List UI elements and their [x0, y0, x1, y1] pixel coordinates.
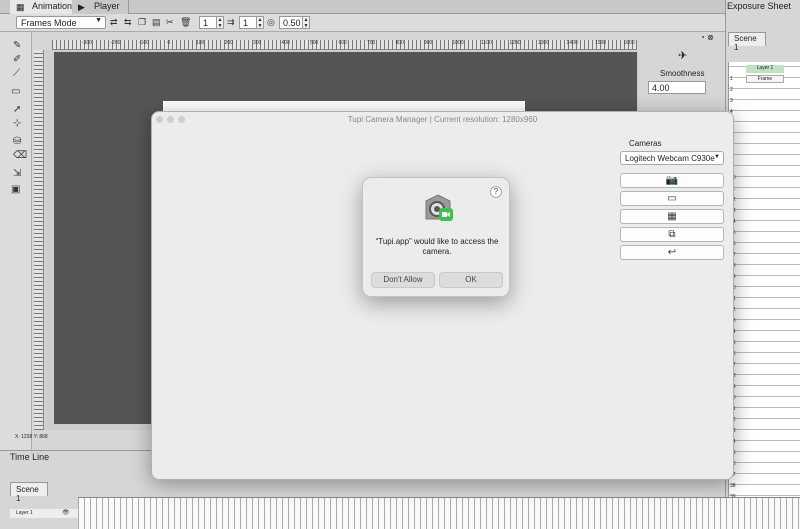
polyline-icon[interactable]: ⟋ [13, 68, 20, 79]
duplicate-icon[interactable]: ▤ [152, 17, 161, 28]
select-icon[interactable]: ➚ [13, 104, 21, 115]
ruler-label: 1200 [509, 40, 521, 46]
trash-icon[interactable]: 🗑 [180, 17, 191, 28]
exposure-scene-tab[interactable]: Scene 1 [728, 32, 766, 52]
ruler-label: 200 [224, 40, 233, 46]
paste-icon[interactable]: ❐ [138, 17, 146, 28]
exposure-grid[interactable] [728, 62, 800, 529]
opacity-icon: ◎ [267, 17, 275, 27]
chevron-down-icon: ▼ [714, 154, 720, 160]
ruler-label: 700 [367, 40, 376, 46]
ink-icon[interactable]: ✐ [13, 54, 21, 65]
tab-animation[interactable]: ▦ Animation [10, 0, 82, 14]
tab-animation-label: Animation [32, 1, 73, 11]
ruler-label: 800 [395, 40, 404, 46]
safe-area-button[interactable]: ▭ [620, 191, 724, 206]
exposure-row-number: 3 [730, 98, 733, 104]
pencil-icon[interactable]: ✎ [13, 40, 21, 51]
camera-permission-dialog: ? “Tupi.app” would like to access the ca… [362, 177, 510, 297]
shift-icon[interactable]: ⇲ [13, 168, 21, 179]
onion-skin-icon[interactable]: ⇄ [110, 17, 118, 28]
cut-icon[interactable]: ✂ [166, 17, 174, 28]
return-button[interactable]: ↩ [620, 245, 724, 260]
tools-panel: ✎ ✐ ⟋ ▭ ➚ ⊹ ⛁ ⌫ ⇲ ▣ [0, 32, 32, 450]
previous-frames-stepper[interactable]: ▲ ▼ [216, 16, 224, 29]
main-tab-bar: ▦ Animation ▶ Player [0, 0, 725, 14]
rectangle-icon[interactable]: ▭ [11, 86, 20, 97]
exposure-sheet-title: Exposure Sheet [727, 1, 792, 11]
history-icon: ⧉ [668, 229, 676, 240]
tab-player-label: Player [94, 1, 120, 11]
nodes-icon[interactable]: ⊹ [13, 118, 21, 129]
ruler-label: 1500 [595, 40, 607, 46]
grid-button[interactable]: ▦ [620, 209, 724, 224]
ruler-label: 600 [338, 40, 347, 46]
ok-button[interactable]: OK [439, 272, 503, 288]
smoothness-label: Smoothness [660, 69, 705, 78]
take-picture-button[interactable]: 📷 [620, 173, 724, 188]
next-frames-icon: ⇉ [227, 17, 235, 27]
ruler-label: 1100 [481, 40, 492, 46]
exposure-frame-cell[interactable]: Frame [746, 75, 784, 83]
ruler-label: -100 [139, 40, 150, 46]
ruler-label: 1300 [538, 40, 550, 46]
opacity-stepper[interactable]: ▲ ▼ [302, 16, 310, 29]
ruler-label: 400 [281, 40, 290, 46]
animation-toolbar: Frames Mode ▼ ⇄ ⇆ ❐ ▤ ✂ 🗑 1 ▲ ▼ ⇉ 1 ▲ ▼ ◎ … [0, 14, 725, 32]
mode-select[interactable]: Frames Mode ▼ [16, 16, 106, 29]
ruler-label: 500 [310, 40, 319, 46]
horizontal-ruler: -300 -200 -100 0 100 200 300 400 500 600 700 800 900… [52, 40, 637, 50]
permission-message: “Tupi.app” would like to access the came… [375, 237, 499, 256]
vertical-ruler [34, 50, 44, 430]
eraser-icon[interactable]: ⌫ [13, 150, 27, 161]
next-frames-stepper[interactable]: ▲ ▼ [256, 16, 264, 29]
camera-permission-icon [425, 194, 453, 221]
ruler-label: -300 [82, 40, 93, 46]
ruler-label: -200 [110, 40, 121, 46]
onion-history-button[interactable]: ⧉ [620, 227, 724, 242]
bucket-icon[interactable]: ⛁ [13, 136, 21, 147]
exposure-row-number: 2 [730, 87, 733, 93]
safe-area-icon: ▭ [667, 193, 677, 204]
chevron-down-icon: ▼ [95, 17, 102, 24]
camera-select[interactable]: Logitech Webcam C930e ▼ [620, 151, 724, 165]
timeline-scene-tab[interactable]: Scene 1 [10, 482, 48, 503]
camera-select-value: Logitech Webcam C930e [625, 154, 715, 163]
exposure-row-number: 1 [730, 76, 733, 82]
ruler-label: 1600 [623, 40, 635, 46]
mode-select-value: Frames Mode [21, 18, 77, 28]
play-icon: ▶ [78, 2, 85, 12]
cursor-coordinates: X: 1238 Y: 868 [15, 434, 48, 440]
help-button[interactable]: ? [490, 186, 502, 198]
ruler-label: 0 [167, 40, 171, 46]
camera-icon: 📷 [665, 175, 679, 186]
smoothness-input[interactable]: 4.00 [648, 81, 706, 94]
exposure-layer-header[interactable]: Layer 1 [746, 65, 784, 73]
display-icon[interactable]: ▣ [11, 184, 20, 195]
smoothness-value: 4.00 [652, 83, 670, 93]
timeline-frames-grid[interactable] [78, 497, 800, 529]
ruler-label: 100 [196, 40, 205, 46]
copy-icon[interactable]: ⇆ [124, 17, 132, 28]
ruler-label: 1400 [566, 40, 578, 46]
return-icon: ↩ [667, 247, 677, 258]
ruler-label: 300 [253, 40, 262, 46]
exposure-row-number: 38 [730, 483, 736, 489]
cameras-label: Cameras [629, 139, 662, 148]
grid-icon: ▦ [667, 211, 677, 222]
tab-player[interactable]: ▶ Player [72, 0, 129, 14]
brush-icon: ✈ [678, 50, 688, 62]
timeline-title: Time Line [10, 452, 50, 462]
ruler-label: 1000 [452, 40, 464, 46]
dont-allow-button[interactable]: Don't Allow [371, 272, 435, 288]
eye-icon[interactable]: 👁 [62, 509, 70, 516]
film-icon: ▦ [16, 2, 25, 12]
window-title: Tupi Camera Manager | Current resolution… [347, 115, 538, 124]
ruler-label: 900 [424, 40, 433, 46]
